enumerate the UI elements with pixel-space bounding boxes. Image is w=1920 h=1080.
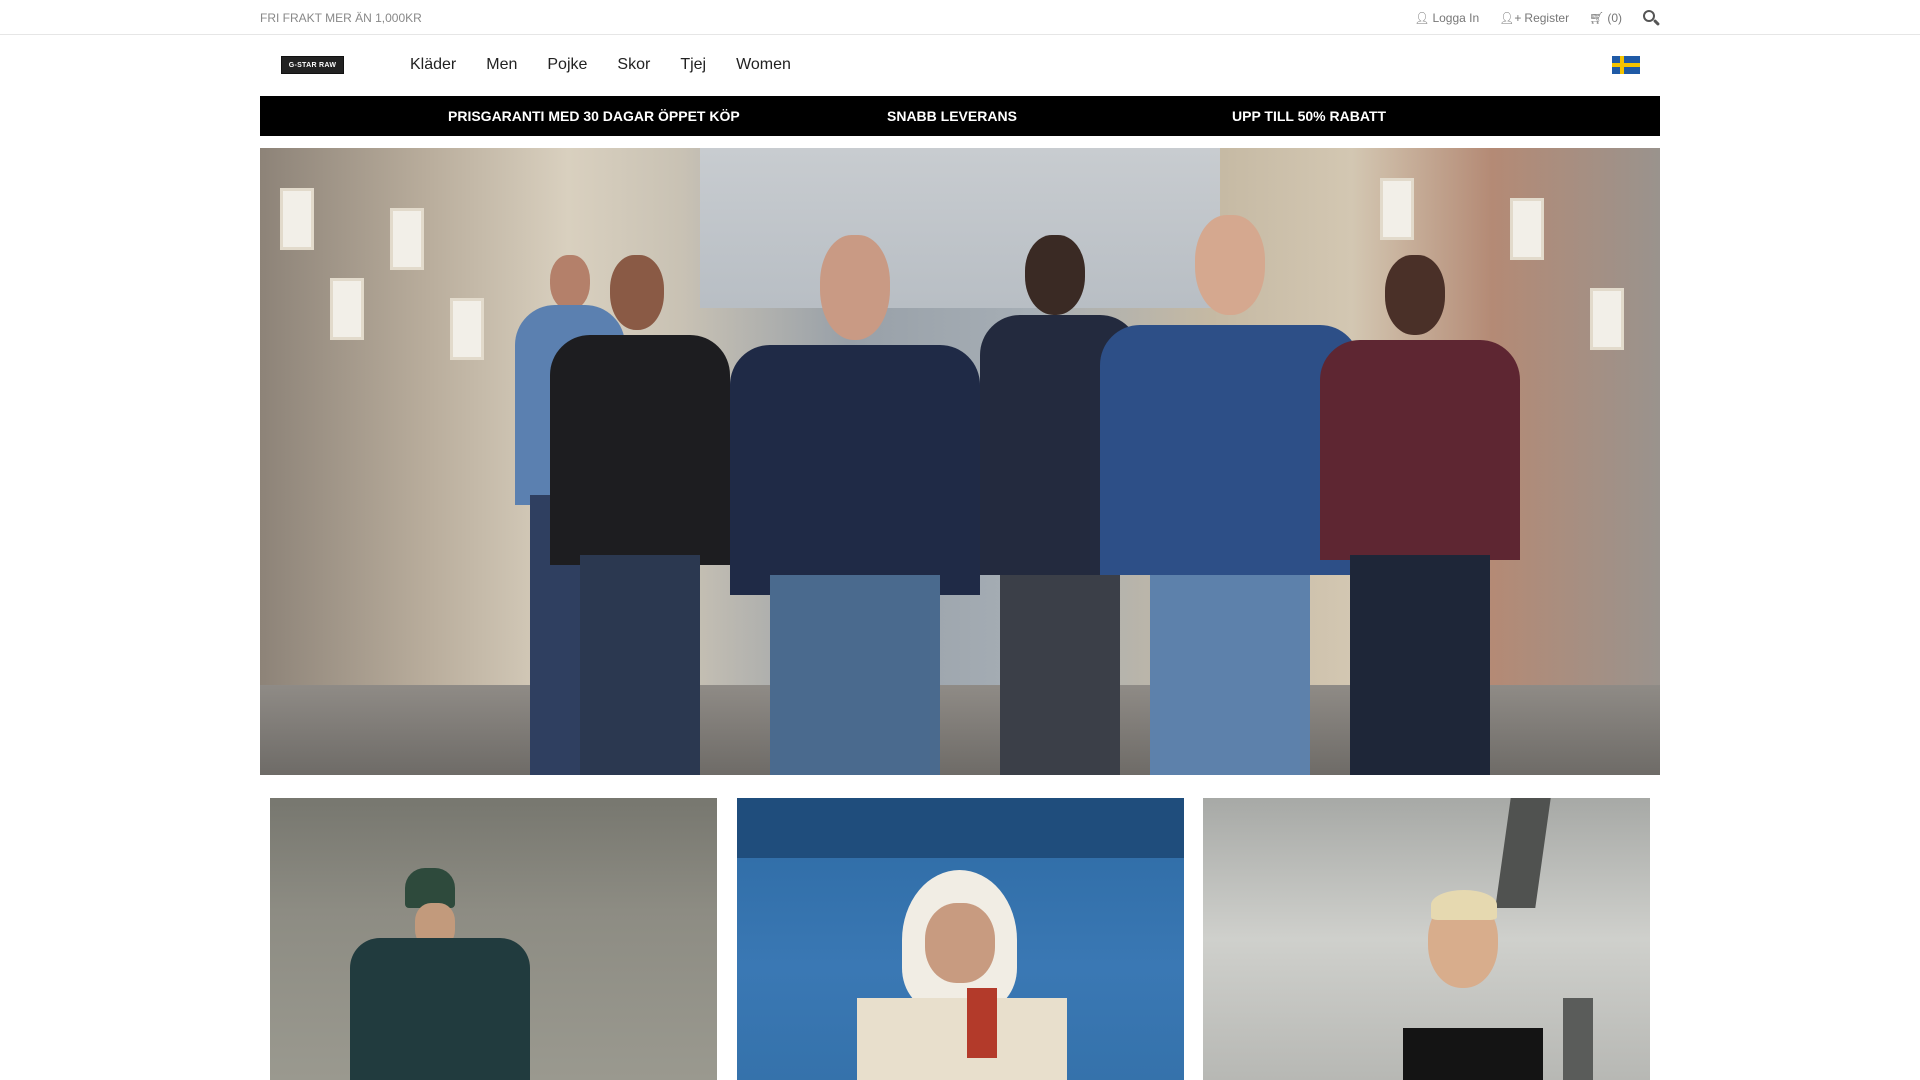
cart-link[interactable]: 🛒︎ (0) (1589, 11, 1622, 25)
hero-banner-image[interactable] (260, 148, 1660, 775)
nav-item-klader[interactable]: Kläder (410, 56, 456, 74)
nav-item-men[interactable]: Men (486, 56, 517, 74)
sweden-flag-icon[interactable] (1612, 56, 1640, 74)
usp-fast-delivery: SNABB LEVERANS (887, 108, 1017, 124)
login-link[interactable]: 👤︎ Logga In (1414, 11, 1479, 25)
nav-item-women[interactable]: Women (736, 56, 791, 74)
register-label: Register (1524, 10, 1570, 25)
nav-menu: Kläder Men Pojke Skor Tjej Women (410, 56, 821, 74)
usp-price-guarantee: PRISGARANTI MED 30 DAGAR ÖPPET KÖP (448, 108, 740, 124)
category-tiles (270, 798, 1650, 1080)
user-plus-icon: 👤︎+ (1499, 10, 1522, 25)
main-nav: G-STAR RAW Kläder Men Pojke Skor Tjej Wo… (260, 36, 1660, 94)
category-tile-1[interactable] (270, 798, 717, 1080)
logo-text: G-STAR RAW (288, 61, 337, 69)
search-icon[interactable] (1642, 9, 1661, 27)
user-icon: 👤︎ (1414, 10, 1430, 25)
brand-logo[interactable]: G-STAR RAW (281, 56, 344, 74)
cart-icon: 🛒︎ (1589, 10, 1605, 25)
category-tile-3[interactable] (1203, 798, 1650, 1080)
register-link[interactable]: 👤︎+ Register (1499, 11, 1569, 25)
account-links: 👤︎ Logga In 👤︎+ Register 🛒︎ (0) (1414, 9, 1661, 27)
free-shipping-promo: FRI FRAKT MER ÄN 1,000Kr (260, 10, 422, 25)
login-label: Logga In (1432, 10, 1480, 25)
usp-bar: PRISGARANTI MED 30 DAGAR ÖPPET KÖP SNABB… (260, 96, 1660, 136)
top-bar: FRI FRAKT MER ÄN 1,000Kr 👤︎ Logga In 👤︎+… (0, 0, 1920, 35)
nav-item-skor[interactable]: Skor (617, 56, 650, 74)
nav-item-pojke[interactable]: Pojke (547, 56, 587, 74)
usp-discount: UPP TILL 50% RABATT (1232, 108, 1387, 124)
category-tile-2[interactable] (737, 798, 1184, 1080)
nav-item-tjej[interactable]: Tjej (680, 56, 706, 74)
cart-count: (0) (1607, 10, 1622, 25)
